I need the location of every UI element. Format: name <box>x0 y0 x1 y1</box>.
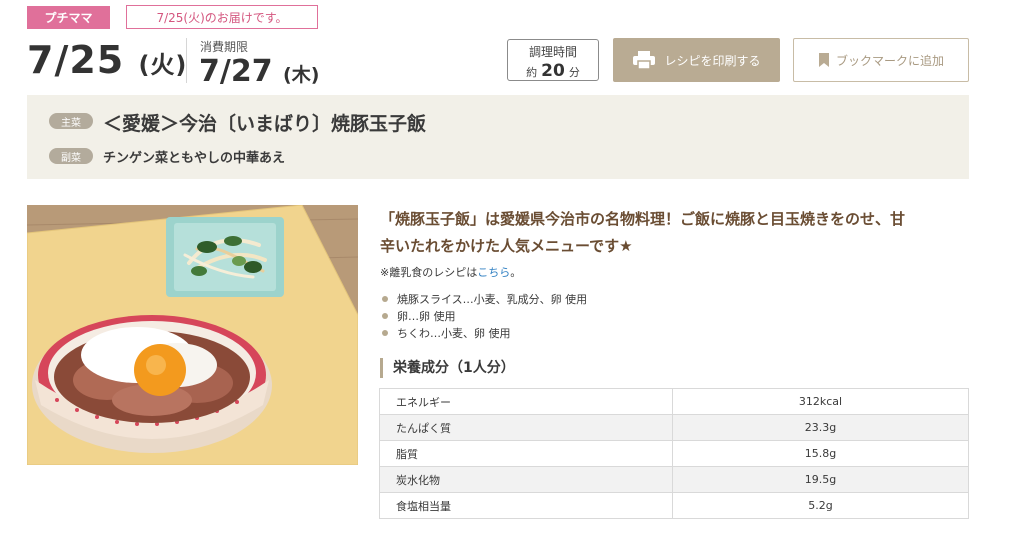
bullet-icon <box>382 329 388 336</box>
nutrient-name: 脂質 <box>379 440 673 467</box>
main-dish-title: ＜愛媛＞今治〔いまばり〕焼豚玉子飯 <box>103 113 427 135</box>
table-row: 脂質 15.8g <box>379 440 969 467</box>
dish-photo <box>27 205 358 465</box>
cook-time-number: 20 <box>541 61 565 81</box>
delivery-notice: 7/25(火)のお届けです。 <box>126 5 318 29</box>
delivery-date-value: 7/25 <box>27 38 125 82</box>
description-line-2: 辛いたれをかけた人気メニューです★ <box>380 237 633 255</box>
bullet-icon <box>382 295 388 302</box>
list-item: 卵…卵 使用 <box>382 307 587 324</box>
allergen-text: 卵…卵 使用 <box>397 309 456 323</box>
cook-time-box: 調理時間 約 20 分 <box>507 39 599 81</box>
delivery-date: 7/25 (火) <box>27 38 187 82</box>
list-item: 焼豚スライス…小麦、乳成分、卵 使用 <box>382 290 587 307</box>
nutrition-table: エネルギー 312kcal たんぱく質 23.3g 脂質 15.8g 炭水化物 19.5… <box>379 388 969 519</box>
expiry-date-value: 7/27 <box>199 54 273 89</box>
side-dish-title: チンゲン菜ともやしの中華あえ <box>103 151 286 166</box>
cook-time-value: 約 20 分 <box>508 61 598 81</box>
cook-time-prefix: 約 <box>526 66 538 79</box>
nutrient-value: 312kcal <box>672 388 969 415</box>
expiry-date-dow: (木) <box>283 64 320 86</box>
nutrient-name: 食塩相当量 <box>379 492 673 519</box>
nutrient-name: たんぱく質 <box>379 414 673 441</box>
delivery-date-dow: (火) <box>138 51 188 79</box>
printer-icon <box>633 51 656 70</box>
brand-tag: プチママ <box>27 6 110 29</box>
recipe-description: 「焼豚玉子飯」は愛媛県今治市の名物料理！ご飯に焼豚と目玉焼きをのせ、甘 辛いたれ… <box>380 206 980 260</box>
nutrition-heading: 栄養成分（1人分） <box>380 358 515 378</box>
date-divider <box>186 38 187 83</box>
cook-time-label: 調理時間 <box>528 45 577 59</box>
nutrient-value: 23.3g <box>672 414 969 441</box>
description-line-1: 「焼豚玉子飯」は愛媛県今治市の名物料理！ご飯に焼豚と目玉焼きをのせ、甘 <box>380 210 906 228</box>
nutrient-value: 15.8g <box>672 440 969 467</box>
nutrient-value: 19.5g <box>672 466 969 493</box>
nutrient-name: エネルギー <box>379 388 673 415</box>
menu-band <box>27 95 969 179</box>
table-row: エネルギー 312kcal <box>379 388 969 415</box>
bullet-icon <box>382 312 388 319</box>
nutrient-value: 5.2g <box>672 492 969 519</box>
print-recipe-button[interactable]: レシピを印刷する <box>613 38 780 82</box>
bookmark-button[interactable]: ブックマークに追加 <box>793 38 969 82</box>
allergen-list: 焼豚スライス…小麦、乳成分、卵 使用 卵…卵 使用 ちくわ…小麦、卵 使用 <box>382 290 587 341</box>
cook-time-unit: 分 <box>568 66 580 79</box>
side-dish-tag: 副菜 <box>49 148 93 164</box>
baby-food-suffix: 。 <box>510 266 522 279</box>
table-row: 食塩相当量 5.2g <box>379 492 969 519</box>
expiry-label: 消費期限 <box>200 40 249 54</box>
print-recipe-label: レシピを印刷する <box>664 53 761 68</box>
list-item: ちくわ…小麦、卵 使用 <box>382 324 587 341</box>
baby-food-note: ※離乳食のレシピはこちら。 <box>380 264 521 280</box>
bookmark-icon <box>818 53 829 67</box>
nutrient-name: 炭水化物 <box>379 466 673 493</box>
main-dish-tag: 主菜 <box>49 113 93 129</box>
table-row: たんぱく質 23.3g <box>379 414 969 441</box>
allergen-text: ちくわ…小麦、卵 使用 <box>397 326 511 340</box>
baby-food-prefix: ※離乳食のレシピは <box>380 266 478 279</box>
allergen-text: 焼豚スライス…小麦、乳成分、卵 使用 <box>397 292 588 306</box>
table-row: 炭水化物 19.5g <box>379 466 969 493</box>
bookmark-label: ブックマークに追加 <box>835 53 944 68</box>
baby-food-link[interactable]: こちら <box>477 266 510 279</box>
expiry-date: 7/27 (木) <box>199 54 319 89</box>
